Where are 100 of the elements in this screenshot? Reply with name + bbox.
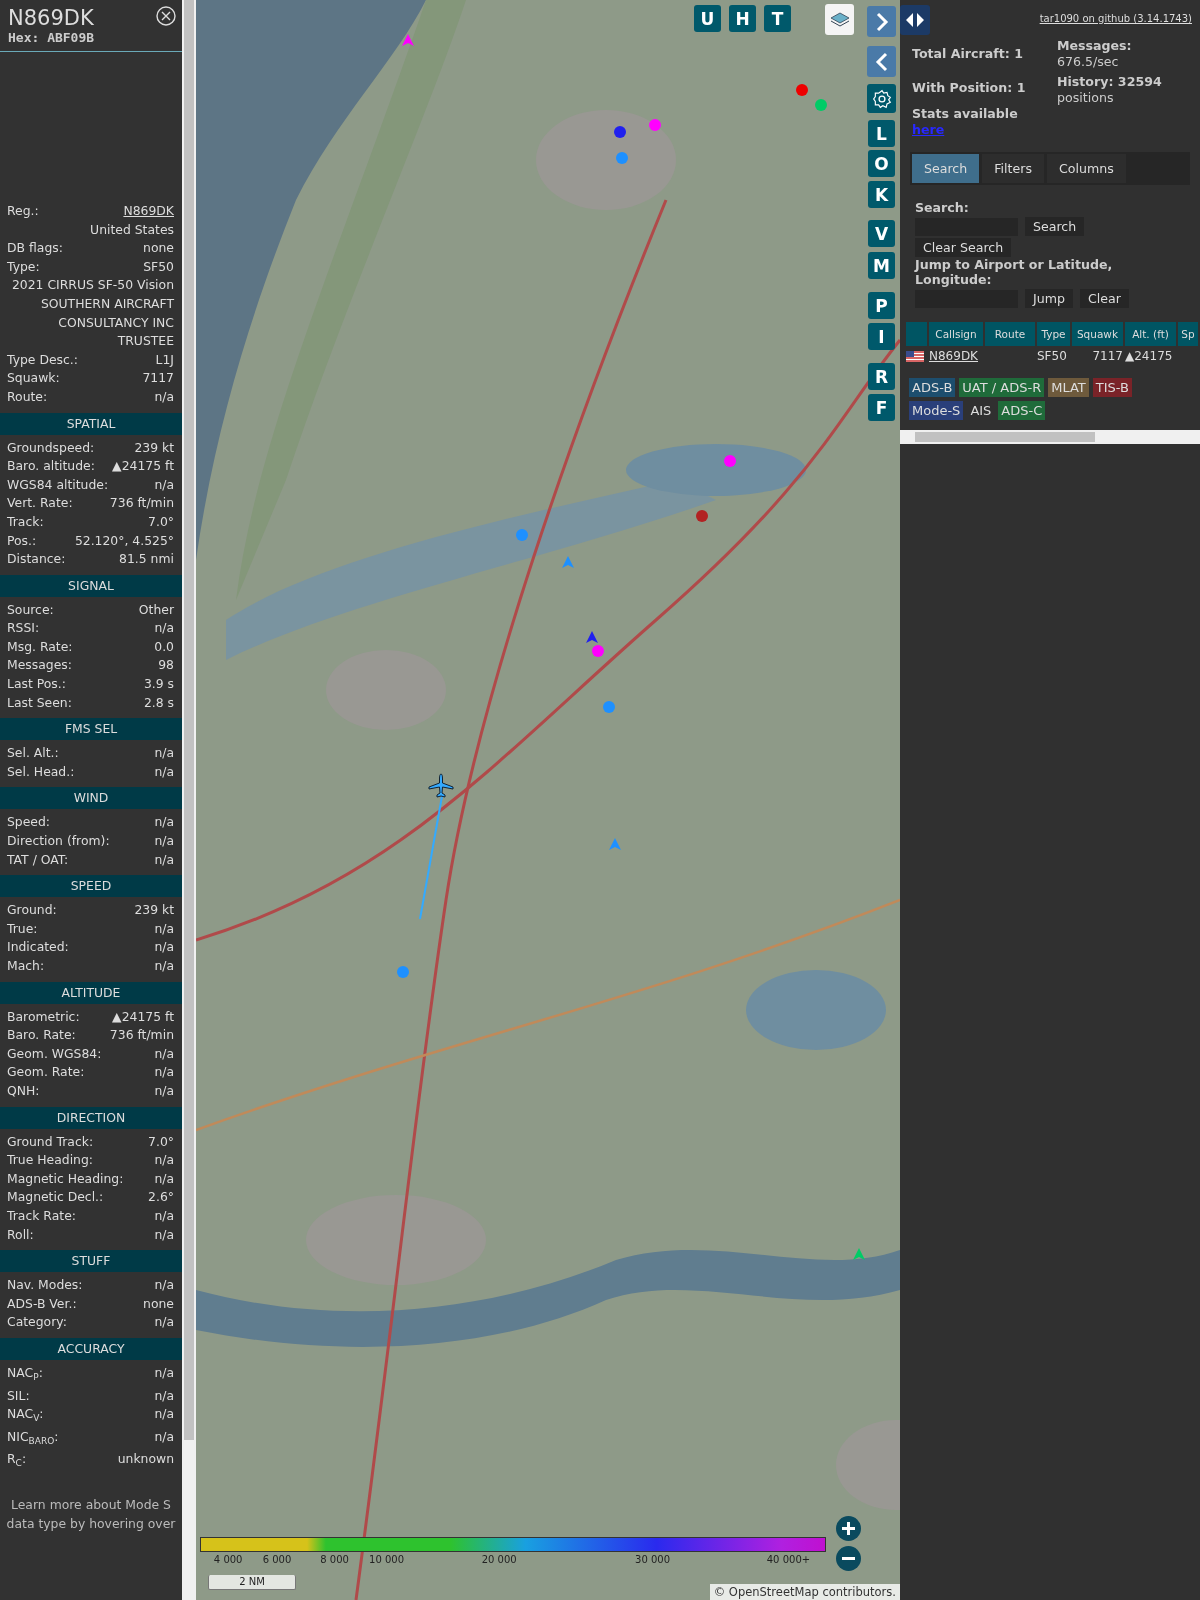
table-cell-text: 7117 [1091,348,1123,365]
scrollbar[interactable] [182,0,196,1600]
aircraft-marker[interactable] [649,119,661,131]
panel-tab[interactable]: Filters [982,154,1045,183]
help-text: Learn more about Mode S data type by hovering over [5,1495,177,1533]
column-header[interactable]: Squawk [1072,322,1123,346]
field-label: Last Seen: [7,693,72,712]
map-attribution: © OpenStreetMap contributors. [709,1584,900,1600]
chevron-left-icon [874,51,889,72]
legend-label: 20 000 [481,1554,517,1565]
column-header[interactable]: Route [985,322,1035,346]
field-value: unknown [117,1450,174,1469]
section-heading: SPATIAL [0,412,182,435]
section-heading: STUFF [0,1250,182,1273]
aircraft-marker[interactable] [586,631,598,643]
stat-text: Stats available [912,106,1019,122]
aircraft-marker[interactable] [592,645,604,657]
map-toggle-button[interactable]: I [868,323,895,350]
search-button[interactable]: Search [1025,217,1085,236]
aircraft-marker[interactable] [397,966,409,978]
section-heading: DIRECTION [0,1106,182,1129]
settings-button[interactable] [867,84,896,113]
field-label: Nav. Modes: [7,1276,83,1295]
aircraft-marker[interactable] [516,529,528,541]
close-icon[interactable] [156,6,176,26]
field-label: NIC$_{BARO}$: [7,1427,59,1448]
aircraft-marker[interactable] [614,126,626,138]
clear-button[interactable]: Clear [1079,289,1129,308]
column-header[interactable]: Alt. (ft) [1125,322,1176,346]
plane-icon[interactable] [428,773,454,799]
field-value: n/a [154,832,174,851]
aircraft-marker[interactable] [603,701,615,713]
column-header[interactable]: Type [1037,322,1070,346]
field-label: Source: [7,600,54,619]
field-value: SOUTHERN AIRCRAFT CONSULTANCY INC TRUSTEE [39,294,174,351]
jump-label: Jump to Airport or Latitude, Longitude: [915,257,1114,287]
legend-label: 10 000 [369,1554,405,1565]
map-toggle-button[interactable]: F [868,394,895,421]
stat-text: 676.5/sec [1057,54,1120,70]
column-header[interactable]: Sp [1178,322,1198,346]
layers-button[interactable] [825,4,854,35]
layers-icon [829,10,850,29]
map-toggle-button[interactable]: R [868,363,895,390]
map-toggle-button[interactable]: P [868,292,895,319]
hex-code: Hex: ABF09B [8,30,95,45]
aircraft-marker[interactable] [696,510,708,522]
field-label: Type: [7,257,40,276]
field-label: Magnetic Heading: [7,1169,124,1188]
map-toggle-button[interactable]: T [764,5,791,32]
aircraft-marker[interactable] [609,838,621,850]
aircraft-marker[interactable] [853,1248,865,1260]
registration-link[interactable]: N869DK [123,202,174,221]
map-toggle-button[interactable]: K [868,181,895,208]
map-toggle-button[interactable]: O [868,150,895,177]
clear-search-button[interactable]: Clear Search [915,238,1012,257]
jump-button[interactable]: Jump [1025,289,1073,308]
aircraft-marker[interactable] [724,455,736,467]
field-label: Baro. altitude: [7,457,95,476]
section-heading: ACCURACY [0,1337,182,1360]
field-value: 7.0° [148,512,174,531]
field-value: 0.0 [154,637,174,656]
callsign-link[interactable]: N869DK [929,349,978,363]
field-value: n/a [154,387,174,406]
field-value: Other [138,600,174,619]
panel-tab[interactable]: Columns [1047,154,1126,183]
stat-text: Total Aircraft: 1 [912,46,1024,62]
section-heading: ALTITUDE [0,981,182,1004]
github-link[interactable]: tar1090 on github (3.14.1743) [1039,13,1192,24]
flag-icon [906,351,924,362]
collapse-button[interactable] [867,46,896,77]
field-value: 736 ft/min [109,1026,174,1045]
field-value: n/a [154,957,174,975]
expand-button[interactable] [867,6,896,37]
field-label: Msg. Rate: [7,637,73,656]
field-label: Roll: [7,1225,34,1244]
chevron-right-icon [874,11,889,32]
panel-tab[interactable]: Search [912,154,980,183]
aircraft-marker[interactable] [402,34,414,46]
field-value: n/a [154,850,174,869]
map-toggle-button[interactable]: U [694,5,721,32]
horizontal-scrollbar[interactable] [900,430,1200,444]
column-header[interactable]: Callsign [929,322,983,346]
aircraft-marker[interactable] [616,152,628,164]
map-toggle-button[interactable]: V [868,220,895,247]
field-value: n/a [154,1081,174,1100]
map-toggle-button[interactable]: M [868,252,895,279]
aircraft-marker[interactable] [796,84,808,96]
field-value: none [143,239,174,258]
field-value: n/a [154,813,174,832]
field-label: Last Pos.: [7,675,66,694]
split-toggle-button[interactable] [900,5,930,35]
field-value: n/a [154,1363,174,1382]
map-toggle-button[interactable]: L [868,120,895,147]
aircraft-marker[interactable] [562,556,574,568]
field-value: n/a [154,1206,174,1225]
stat-text: Messages: [1057,38,1133,54]
map-toggle-button[interactable]: H [729,5,756,32]
aircraft-marker[interactable] [815,99,827,111]
field-value: 3.9 s [143,675,174,694]
field-label: R$_{C}$: [7,1450,27,1471]
